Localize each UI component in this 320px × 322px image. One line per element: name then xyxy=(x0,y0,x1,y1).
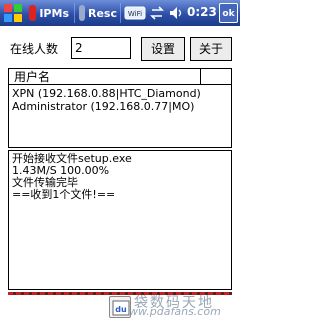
sync-icon[interactable] xyxy=(149,4,165,22)
input-panel-button[interactable]: du xyxy=(109,296,131,318)
app-icon xyxy=(29,5,37,21)
clock[interactable]: 0:23 xyxy=(187,5,217,21)
taskbar-tab-resc[interactable]: Resc xyxy=(76,2,120,24)
list-header: 用户名 xyxy=(9,69,231,85)
sip-label: du xyxy=(115,305,127,314)
watermark-url: www.pdafans.com xyxy=(120,305,221,318)
log-line: ==收到1个文件!== xyxy=(12,188,116,201)
online-count-label: 在线人数 xyxy=(10,42,59,56)
taskbar-separator xyxy=(74,3,75,23)
tab-label: IPMs xyxy=(39,6,69,20)
taskbar-separator xyxy=(120,3,121,23)
online-count-field[interactable]: 2 xyxy=(71,37,131,59)
ok-label: ok xyxy=(222,9,235,19)
taskbar: IPMs Resc WiFi 0:23 ok xyxy=(0,0,240,26)
settings-button[interactable]: 设置 xyxy=(141,37,185,61)
list-item[interactable]: XPN (192.168.0.88|HTC_Diamond) xyxy=(12,87,201,100)
transfer-log[interactable]: 开始接收文件setup.exe 1.43M/S 100.00% 文件传输完毕 =… xyxy=(8,150,232,290)
ok-button[interactable]: ok xyxy=(219,3,238,23)
about-button[interactable]: 关于 xyxy=(190,37,232,61)
list-item[interactable]: Administrator (192.168.0.77|MO) xyxy=(12,100,194,113)
svg-text:WiFi: WiFi xyxy=(128,10,142,18)
column-header-extra[interactable] xyxy=(201,69,231,85)
column-header-username[interactable]: 用户名 xyxy=(9,69,201,85)
app-icon xyxy=(79,5,85,21)
keyboard-icon: du xyxy=(112,300,130,316)
wifi-icon[interactable]: WiFi xyxy=(124,5,146,21)
taskbar-tab-ipms[interactable]: IPMs xyxy=(26,2,72,24)
start-icon[interactable] xyxy=(3,3,23,23)
user-list[interactable]: 用户名 XPN (192.168.0.88|HTC_Diamond) Admin… xyxy=(8,68,232,148)
tab-label: Resc xyxy=(88,6,117,20)
volume-icon[interactable] xyxy=(168,4,184,22)
